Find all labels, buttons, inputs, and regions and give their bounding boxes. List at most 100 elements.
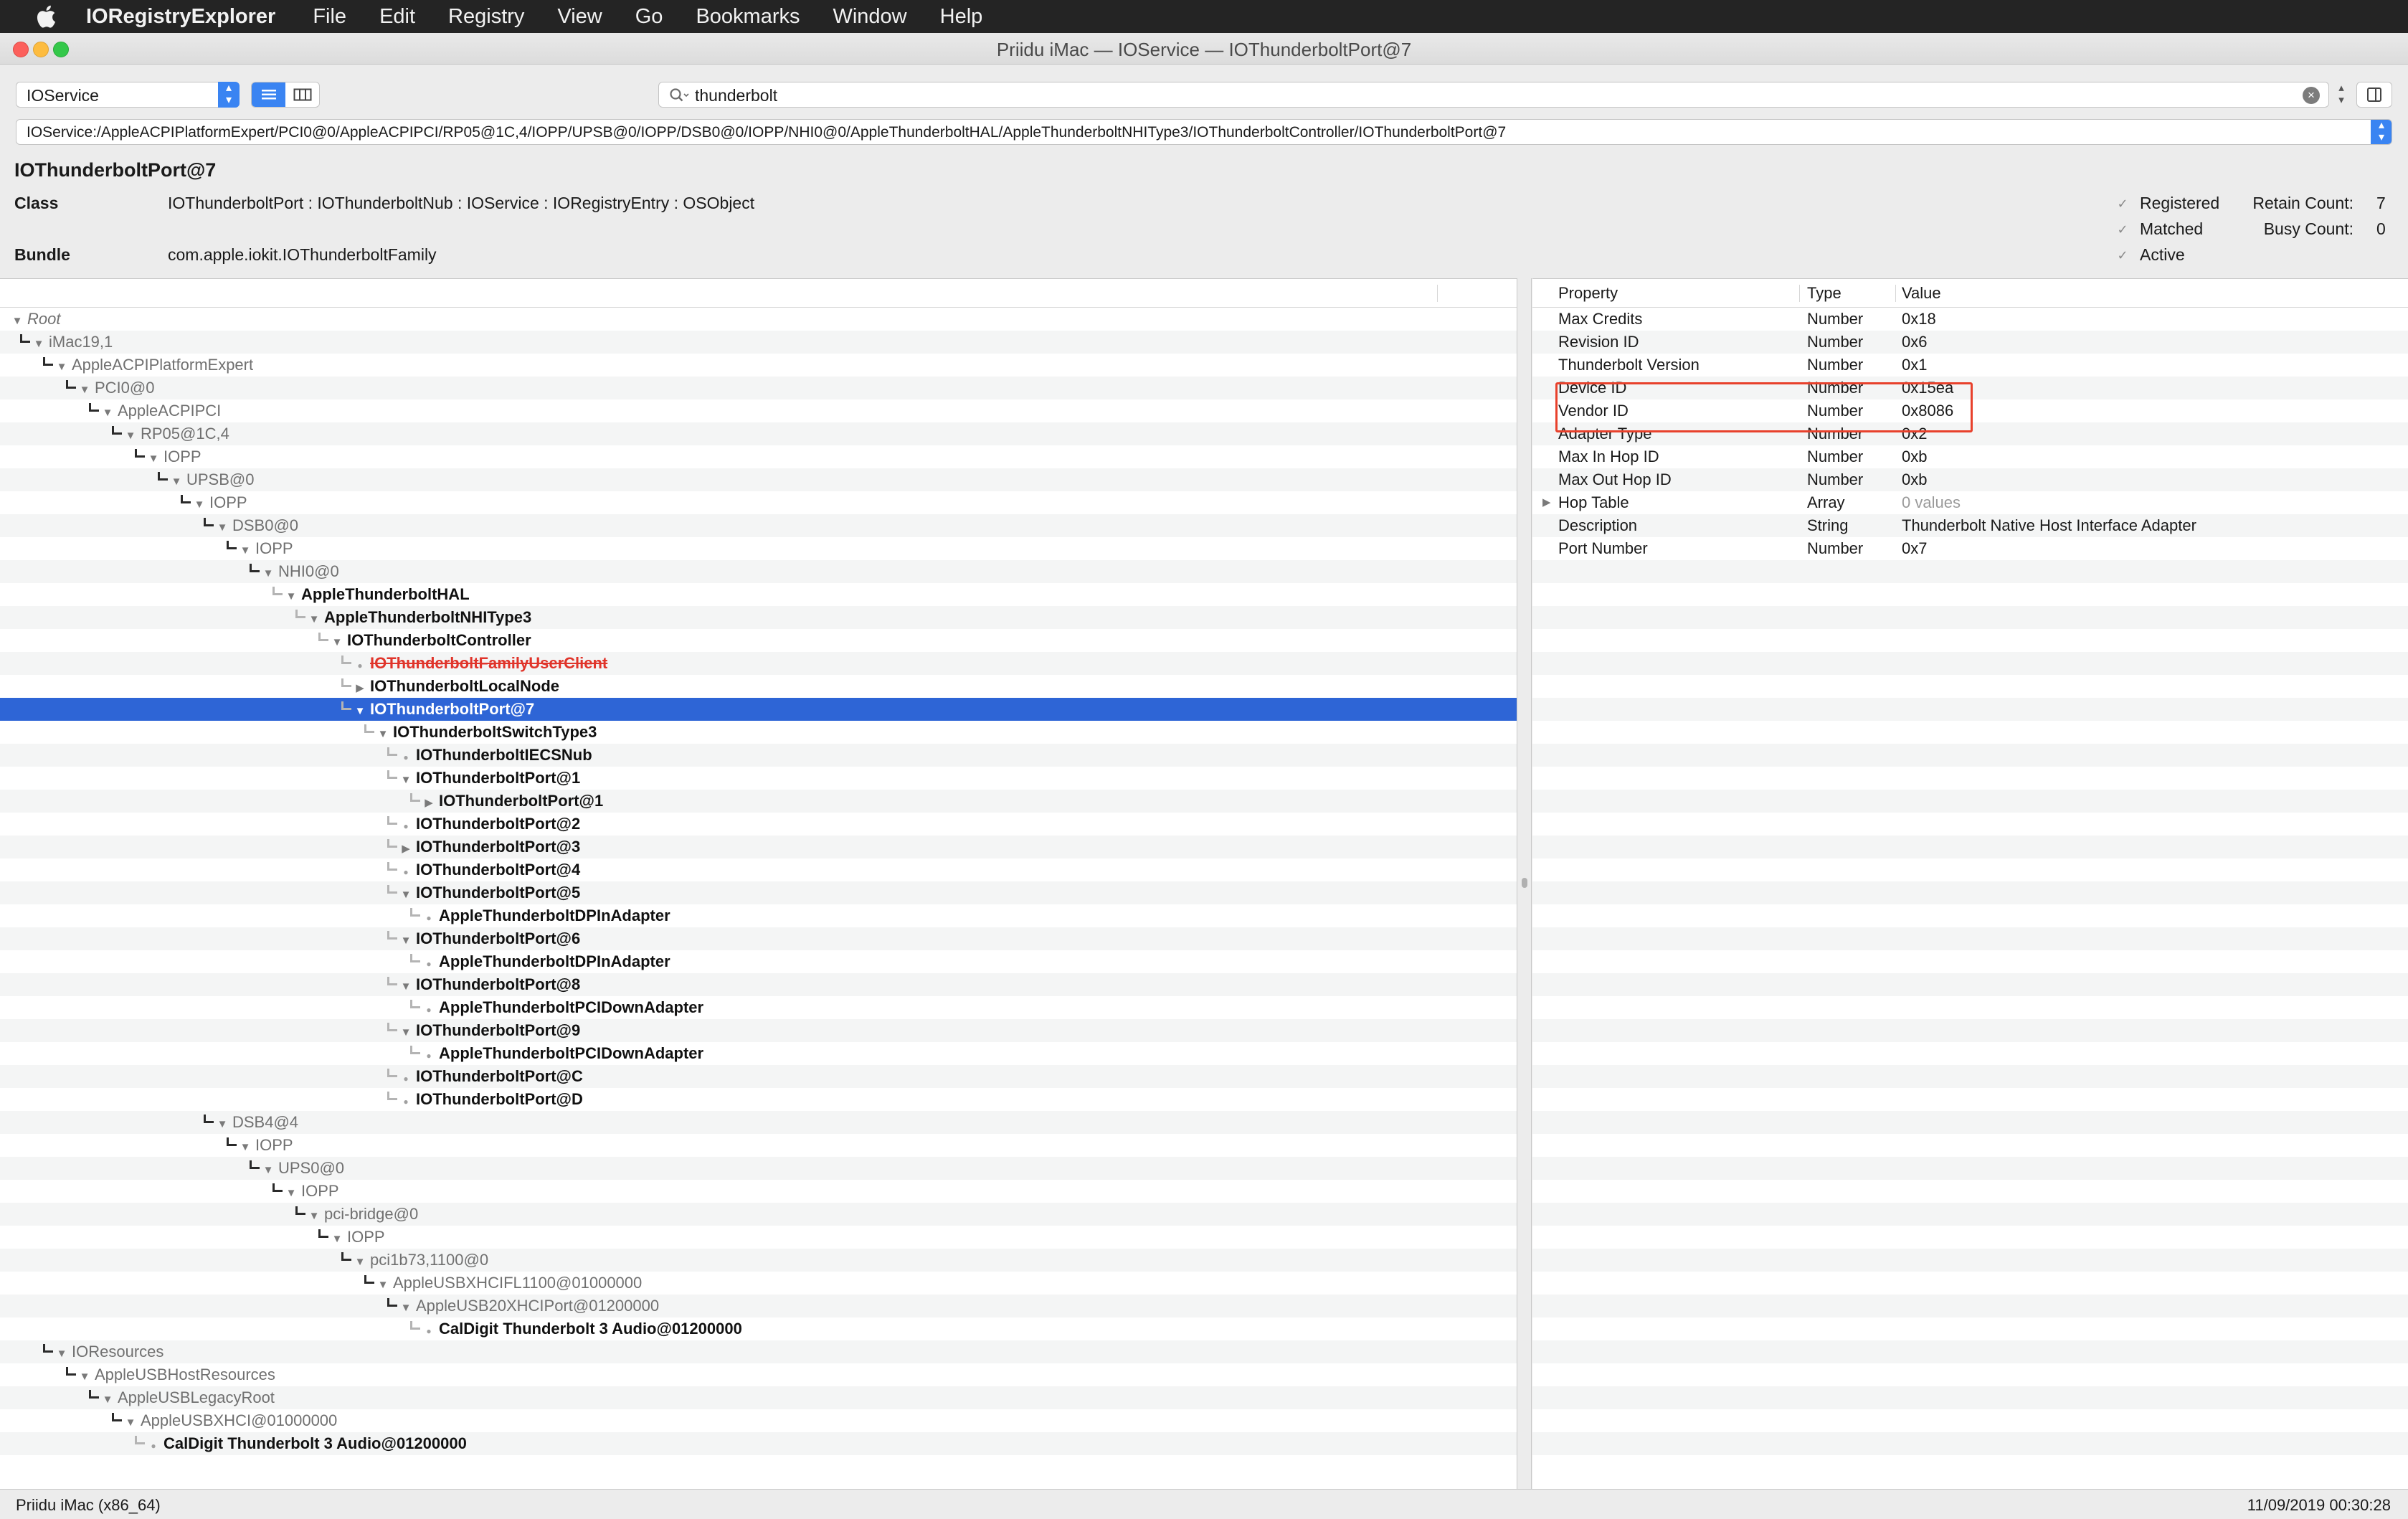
tree-row[interactable]: ▼ AppleACPIPlatformExpert: [0, 354, 1517, 377]
menu-edit[interactable]: Edit: [379, 5, 415, 29]
tree-row[interactable]: ▼ IOPP: [0, 1180, 1517, 1203]
tree-row[interactable]: ▼ IOPP: [0, 1226, 1517, 1249]
plane-select[interactable]: IOService ▴ ▾: [16, 82, 240, 108]
menu-window[interactable]: Window: [833, 5, 906, 29]
property-row[interactable]: Port Number Number 0x7: [1532, 537, 2408, 560]
tree-row[interactable]: ▼ IOThunderboltPort@1: [0, 767, 1517, 790]
column-divider[interactable]: [1437, 285, 1438, 302]
tree-row[interactable]: ● CalDigit Thunderbolt 3 Audio@01200000: [0, 1432, 1517, 1455]
property-row[interactable]: Revision ID Number 0x6: [1532, 331, 2408, 354]
disclosure-closed-icon[interactable]: ▶: [353, 677, 367, 700]
tree-row[interactable]: ● IOThunderboltPort@4: [0, 858, 1517, 881]
disclosure-open-icon[interactable]: ▼: [123, 1411, 138, 1434]
disclosure-open-icon[interactable]: ▼: [215, 1113, 229, 1136]
disclosure-open-icon[interactable]: ▼: [169, 470, 184, 493]
disclosure-open-icon[interactable]: ▼: [330, 1228, 344, 1251]
disclosure-open-icon[interactable]: ▼: [261, 562, 275, 585]
column-header-type[interactable]: Type: [1807, 284, 1841, 303]
disclosure-open-icon[interactable]: ▼: [353, 1251, 367, 1274]
property-row[interactable]: Thunderbolt Version Number 0x1: [1532, 354, 2408, 377]
tree-row[interactable]: ▼ pci-bridge@0: [0, 1203, 1517, 1226]
tree-row[interactable]: ▶ IOThunderboltLocalNode: [0, 675, 1517, 698]
tree-row[interactable]: ▼ IOThunderboltPort@6: [0, 927, 1517, 950]
disclosure-open-icon[interactable]: ▼: [215, 516, 229, 539]
disclosure-open-icon[interactable]: ▼: [353, 700, 367, 723]
tree-row[interactable]: ▼ UPS0@0: [0, 1157, 1517, 1180]
disclosure-open-icon[interactable]: ▼: [77, 1366, 92, 1388]
apple-logo-icon[interactable]: [32, 4, 60, 29]
disclosure-open-icon[interactable]: ▼: [192, 493, 207, 516]
disclosure-open-icon[interactable]: ▼: [376, 1274, 390, 1297]
column-divider[interactable]: [1895, 285, 1896, 302]
tree-row[interactable]: ▼ IOPP: [0, 1134, 1517, 1157]
menu-go[interactable]: Go: [635, 5, 663, 29]
tree-row[interactable]: ● IOThunderboltPort@2: [0, 813, 1517, 836]
search-stepper-icon[interactable]: ▴ ▾: [2333, 82, 2349, 108]
property-row[interactable]: Max Out Hop ID Number 0xb: [1532, 468, 2408, 491]
tree-row[interactable]: ▼ AppleThunderboltNHIType3: [0, 606, 1517, 629]
menu-bookmarks[interactable]: Bookmarks: [696, 5, 800, 29]
menu-view[interactable]: View: [557, 5, 602, 29]
tree-row[interactable]: ● IOThunderboltIECSNub: [0, 744, 1517, 767]
disclosure-open-icon[interactable]: ▼: [307, 608, 321, 631]
tree-row[interactable]: ● AppleThunderboltPCIDownAdapter: [0, 1042, 1517, 1065]
disclosure-open-icon[interactable]: ▼: [238, 539, 252, 562]
tree-row[interactable]: ▼ IOThunderboltSwitchType3: [0, 721, 1517, 744]
disclosure-open-icon[interactable]: ▼: [100, 402, 115, 425]
column-header-value[interactable]: Value: [1902, 284, 1941, 303]
tree-row[interactable]: ▼ RP05@1C,4: [0, 422, 1517, 445]
column-divider[interactable]: [1799, 285, 1800, 302]
tree-row[interactable]: ● AppleThunderboltDPInAdapter: [0, 950, 1517, 973]
disclosure-closed-icon[interactable]: ▶: [1542, 491, 1551, 514]
column-view-button[interactable]: [285, 82, 319, 107]
disclosure-open-icon[interactable]: ▼: [330, 631, 344, 654]
tree-row[interactable]: ▼ IOResources: [0, 1340, 1517, 1363]
disclosure-open-icon[interactable]: ▼: [376, 723, 390, 746]
tree-row[interactable]: ▼ pci1b73,1100@0: [0, 1249, 1517, 1272]
menu-registry[interactable]: Registry: [448, 5, 524, 29]
disclosure-open-icon[interactable]: ▼: [10, 310, 24, 333]
list-view-button[interactable]: [252, 82, 285, 107]
search-input[interactable]: thunderbolt: [695, 86, 777, 105]
menu-app-name[interactable]: IORegistryExplorer: [86, 5, 275, 29]
tree-row[interactable]: ● AppleThunderboltPCIDownAdapter: [0, 996, 1517, 1019]
property-row[interactable]: ▶ Hop Table Array 0 values: [1532, 491, 2408, 514]
menu-file[interactable]: File: [313, 5, 346, 29]
disclosure-open-icon[interactable]: ▼: [54, 356, 69, 379]
tree-row[interactable]: ▼ IOPP: [0, 491, 1517, 514]
disclosure-open-icon[interactable]: ▼: [32, 333, 46, 356]
clear-search-icon[interactable]: ×: [2303, 87, 2320, 104]
tree-row[interactable]: ▼ IOThunderboltController: [0, 629, 1517, 652]
search-field[interactable]: thunderbolt ×: [658, 82, 2329, 108]
tree-row[interactable]: ▼ AppleUSBLegacyRoot: [0, 1386, 1517, 1409]
disclosure-open-icon[interactable]: ▼: [399, 975, 413, 998]
disclosure-open-icon[interactable]: ▼: [261, 1159, 275, 1182]
inspector-button[interactable]: [2356, 82, 2392, 108]
tree-row[interactable]: ● IOThunderboltPort@C: [0, 1065, 1517, 1088]
disclosure-open-icon[interactable]: ▼: [100, 1388, 115, 1411]
disclosure-open-icon[interactable]: ▼: [238, 1136, 252, 1159]
tree-row[interactable]: ▼ DSB4@4: [0, 1111, 1517, 1134]
tree-row[interactable]: ▼ AppleUSBXHCIFL1100@01000000: [0, 1272, 1517, 1295]
tree-row[interactable]: ● AppleThunderboltDPInAdapter: [0, 904, 1517, 927]
disclosure-open-icon[interactable]: ▼: [399, 1297, 413, 1320]
tree-row[interactable]: ▼ AppleUSBXHCI@01000000: [0, 1409, 1517, 1432]
disclosure-open-icon[interactable]: ▼: [284, 1182, 298, 1205]
tree-row[interactable]: ● IOThunderboltFamilyUserClient: [0, 652, 1517, 675]
disclosure-open-icon[interactable]: ▼: [307, 1205, 321, 1228]
tree-row[interactable]: ▼ AppleThunderboltHAL: [0, 583, 1517, 606]
tree-row[interactable]: ▼ PCI0@0: [0, 377, 1517, 399]
tree-row[interactable]: ▼ UPSB@0: [0, 468, 1517, 491]
property-row[interactable]: Max In Hop ID Number 0xb: [1532, 445, 2408, 468]
disclosure-open-icon[interactable]: ▼: [123, 425, 138, 448]
registry-path-field[interactable]: IOService:/AppleACPIPlatformExpert/PCI0@…: [16, 119, 2392, 145]
menu-help[interactable]: Help: [940, 5, 983, 29]
tree-row[interactable]: ● IOThunderboltPort@D: [0, 1088, 1517, 1111]
split-view-divider[interactable]: [1517, 278, 1532, 1489]
disclosure-open-icon[interactable]: ▼: [54, 1343, 69, 1366]
tree-row[interactable]: ▼ IOThunderboltPort@7: [0, 698, 1517, 721]
tree-row[interactable]: ▼ IOPP: [0, 445, 1517, 468]
column-header-property[interactable]: Property: [1558, 284, 1618, 303]
property-row[interactable]: Max Credits Number 0x18: [1532, 308, 2408, 331]
tree-row[interactable]: ▼ DSB0@0: [0, 514, 1517, 537]
